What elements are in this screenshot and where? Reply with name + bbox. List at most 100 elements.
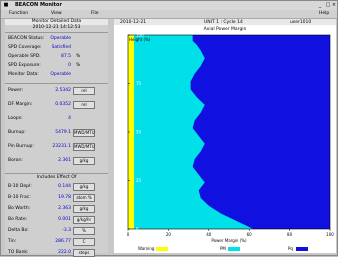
- unit-selector[interactable]: MWD/MTU: [73, 129, 95, 137]
- unit-selector[interactable]: C: [73, 238, 95, 246]
- row-label: SPD Exposure:: [8, 63, 41, 68]
- legend-label: Pq: [288, 246, 293, 251]
- user-label: user1010: [290, 20, 312, 25]
- x-tick-label: 80: [287, 232, 293, 237]
- chart-title: Axial Power Margin: [203, 27, 247, 32]
- data-row: BEACON Status: Operable: [5, 35, 108, 43]
- row-value: 0: [68, 63, 71, 68]
- data-row: Power: 2.5342 rel: [5, 87, 108, 95]
- row-label: Loops:: [8, 116, 23, 121]
- window-title: BEACON Monitor: [15, 2, 62, 8]
- data-row: Delta Bo: -3.3%: [5, 227, 108, 235]
- close-icon[interactable]: ×: [331, 2, 337, 8]
- y-axis-label: Height (%): [129, 37, 151, 42]
- row-unit: %: [76, 63, 81, 68]
- row-value: Satisfied: [51, 45, 71, 50]
- row-value: 0.0352: [55, 102, 71, 107]
- row-label: DF Margin:: [8, 102, 33, 107]
- chart-date: 2010-12-21: [120, 20, 147, 25]
- y-tick-label: 75: [136, 81, 142, 86]
- data-row: Tin: 286.77 C: [5, 238, 108, 246]
- row-label: B-10 Depl:: [8, 184, 32, 189]
- x-tick-label: 60: [247, 232, 253, 237]
- y-tick-label: 50: [136, 130, 142, 135]
- row-value: 2.361: [58, 158, 71, 163]
- row-label: Operable SPD:: [8, 54, 41, 59]
- legend-swatch: [296, 247, 308, 251]
- row-value: 0.144: [58, 184, 71, 189]
- x-tick-label: 100: [326, 232, 334, 237]
- row-unit: %: [76, 54, 81, 59]
- data-row: Operable SPD: 87.5%: [5, 53, 108, 61]
- x-axis-label: Power Margin (%): [211, 238, 247, 243]
- section-title: Includes Effect Of: [5, 175, 108, 181]
- axial-power-chart: Height (%)02550751000 20 40 60 80 100Power Ma…: [127, 33, 334, 251]
- legend-swatch: [228, 247, 240, 251]
- row-label: Boron:: [8, 158, 23, 163]
- menu-file[interactable]: File: [91, 11, 99, 16]
- x-tick-label: 0: [127, 232, 130, 237]
- row-label: Burnup:: [8, 130, 26, 135]
- row-value: 2.5342: [55, 88, 71, 93]
- row-value: 286.77: [55, 239, 71, 244]
- detail-panel: Monitor Detailed Data 2010-12-21 14:12:5…: [5, 19, 108, 257]
- row-label: SPD Coverage:: [8, 45, 42, 50]
- data-row: Monitor Data: Operable: [5, 71, 108, 79]
- data-row: SPD Coverage: Satisfied: [5, 44, 108, 52]
- row-value: -3.3: [62, 228, 71, 233]
- row-value: 4: [68, 116, 71, 121]
- row-label: B-10 Frac:: [8, 195, 31, 200]
- data-row: B-10 Frac: 19.78 atom %: [5, 194, 108, 202]
- menu-help[interactable]: Help: [319, 11, 329, 16]
- panel-datetime: 2010-12-21 14:12:53: [5, 25, 108, 31]
- row-label: Tin:: [8, 239, 17, 244]
- row-label: BEACON Status:: [8, 36, 45, 41]
- data-row: Burnup: 5479.1 MWD/MTU: [5, 129, 108, 137]
- row-value: 19.78: [58, 195, 71, 200]
- row-value: Operable: [50, 36, 71, 41]
- row-value: 23231.1: [52, 144, 71, 149]
- row-label: Delta Bo:: [8, 228, 29, 233]
- row-value: 2.363: [58, 206, 71, 211]
- menu-function[interactable]: Function: [9, 11, 28, 16]
- row-label: TO Bank:: [8, 250, 29, 255]
- data-row: Boron: 2.361 g/kg: [5, 157, 108, 165]
- data-row: Loops: 4: [5, 115, 108, 123]
- cycle-label: UNIT 1 : Cycle 14: [204, 20, 243, 25]
- unit-selector[interactable]: atom %: [73, 194, 95, 202]
- unit-selector[interactable]: %: [73, 227, 95, 235]
- app-window: ■ BEACON Monitor _ □ × Function View Fil…: [0, 0, 338, 257]
- data-row: Bo Worth: 2.363 g/kg: [5, 205, 108, 213]
- row-label: Pin Burnup:: [8, 144, 34, 149]
- unit-selector[interactable]: g/kg: [73, 183, 95, 191]
- chart-header: 2010-12-21 UNIT 1 : Cycle 14 user1010: [114, 19, 336, 25]
- row-value: 87.5: [60, 54, 71, 59]
- x-tick-label: 20: [166, 232, 172, 237]
- unit-selector[interactable]: rel: [73, 101, 95, 109]
- row-label: Bo Worth:: [8, 206, 31, 211]
- menu-view[interactable]: View: [51, 11, 62, 16]
- row-value: Operable: [50, 72, 71, 77]
- menu-bar: Function View File Help: [1, 10, 337, 19]
- unit-selector[interactable]: g/kg/hr: [73, 216, 95, 224]
- minimize-icon[interactable]: _: [317, 2, 323, 8]
- row-label: Power:: [8, 88, 24, 93]
- data-row: Bo Rate: 0.001 g/kg/hr: [5, 216, 108, 224]
- y-tick-label: 25: [136, 178, 142, 183]
- unit-selector[interactable]: g/kg: [73, 157, 95, 165]
- chart-panel: 2010-12-21 UNIT 1 : Cycle 14 user1010 Ax…: [114, 19, 336, 253]
- data-row: SPD Exposure: 0%: [5, 62, 108, 70]
- window-menu-icon[interactable]: ■: [3, 2, 9, 8]
- legend-label: PM: [220, 246, 226, 251]
- unit-selector[interactable]: MWD/MTU: [73, 143, 95, 151]
- data-row: Pin Burnup: 23231.1 MWD/MTU: [5, 143, 108, 151]
- row-label: Monitor Data:: [8, 72, 39, 77]
- row-value: 0.001: [58, 217, 71, 222]
- data-row: B-10 Depl: 0.144 g/kg: [5, 183, 108, 191]
- y-tick-label: 100: [136, 33, 144, 38]
- pq-area: [190, 35, 330, 229]
- row-value: 222.0: [58, 250, 71, 255]
- unit-selector[interactable]: rel: [73, 87, 95, 95]
- unit-selector[interactable]: g/kg: [73, 205, 95, 213]
- row-value: 5479.1: [55, 130, 71, 135]
